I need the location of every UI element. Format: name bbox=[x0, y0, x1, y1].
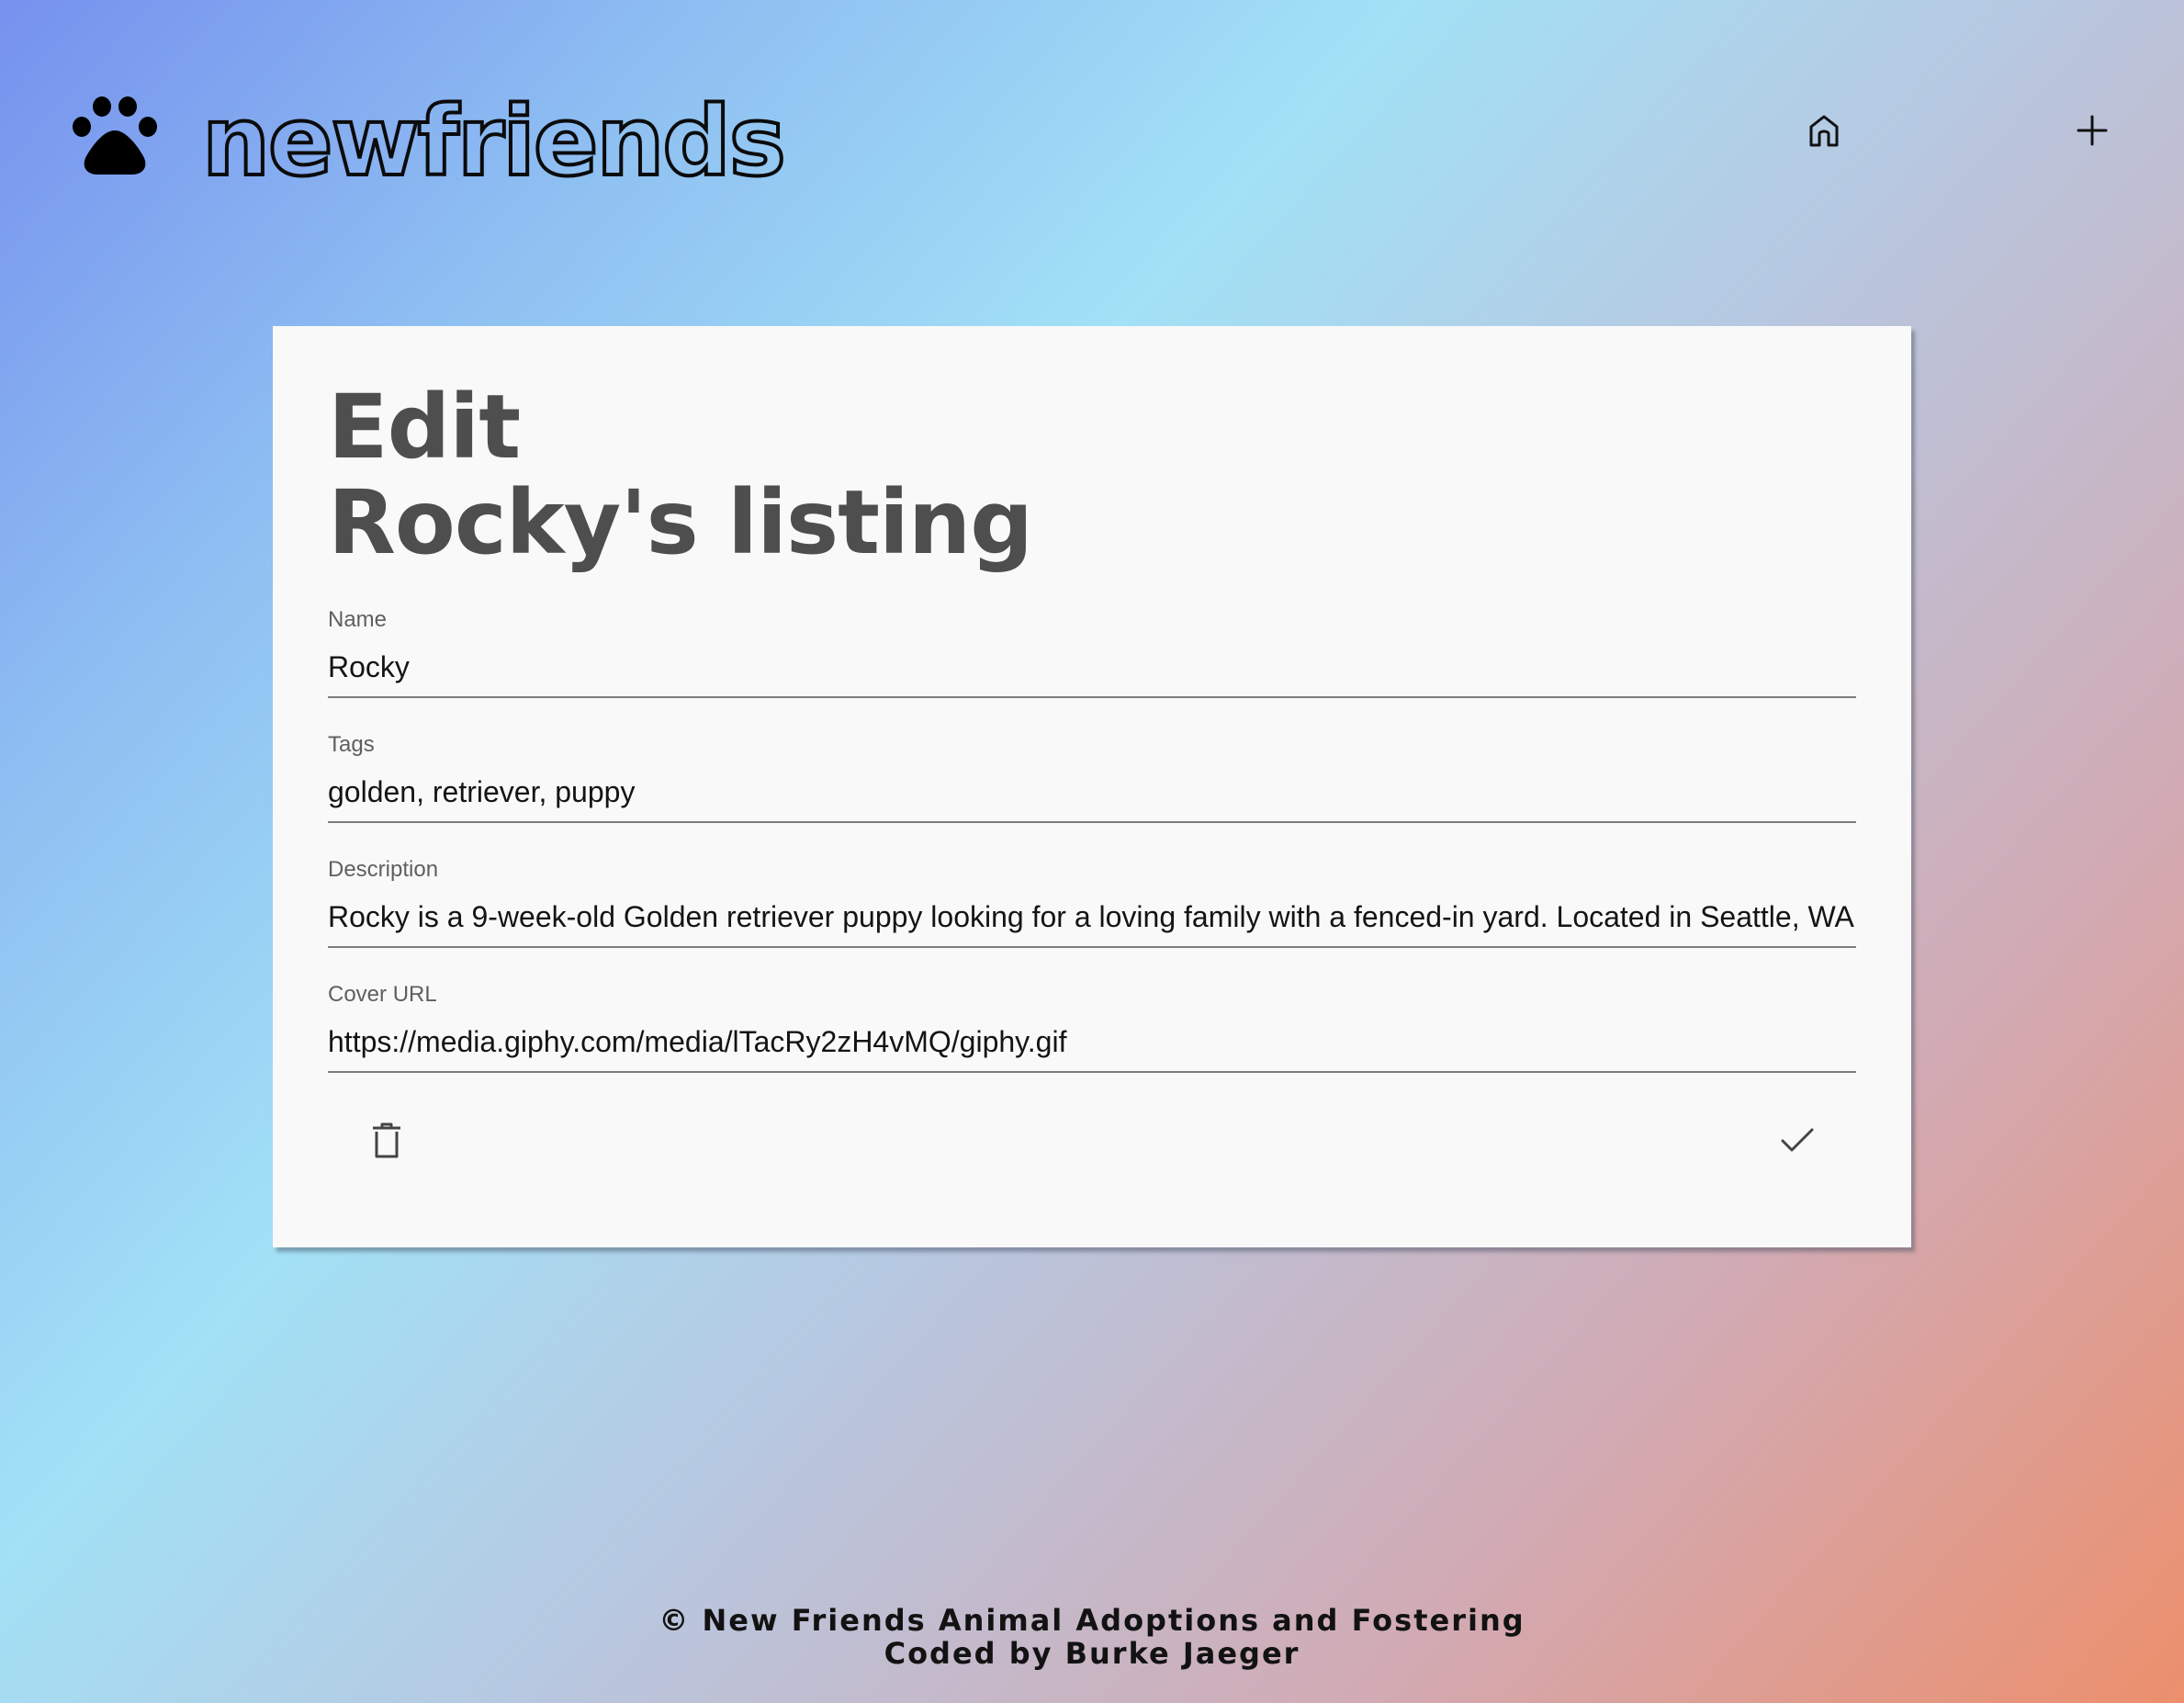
name-label: Name bbox=[328, 607, 388, 632]
copyright-text: © New Friends Animal Adoptions and Foste… bbox=[659, 1603, 1525, 1638]
tags-field: Tags bbox=[328, 731, 1856, 823]
name-field: Name bbox=[328, 606, 1856, 698]
add-listing-button[interactable] bbox=[2065, 103, 2120, 158]
name-input[interactable] bbox=[328, 645, 1856, 689]
brand-wordmark[interactable]: newfriends bbox=[200, 77, 788, 206]
save-button[interactable] bbox=[1764, 1108, 1830, 1174]
page-title: Edit Rocky's listing bbox=[328, 376, 1033, 570]
checkmark-icon bbox=[1781, 1128, 1814, 1152]
home-icon bbox=[1809, 115, 1839, 147]
tags-label: Tags bbox=[328, 732, 375, 757]
site-footer: © New Friends Animal Adoptions and Foste… bbox=[0, 1604, 2184, 1670]
delete-button[interactable] bbox=[354, 1108, 420, 1174]
plus-icon bbox=[2077, 115, 2108, 146]
home-button[interactable] bbox=[1796, 103, 1852, 158]
trash-icon bbox=[373, 1122, 400, 1158]
description-field: Description bbox=[328, 856, 1856, 948]
title-line-edit: Edit bbox=[328, 376, 521, 479]
edit-listing-card: Edit Rocky's listing Name Tags Descripti… bbox=[273, 326, 1911, 1247]
cover-url-label: Cover URL bbox=[328, 982, 437, 1007]
cover-url-field: Cover URL bbox=[328, 981, 1856, 1073]
paw-icon bbox=[73, 96, 157, 175]
description-input[interactable] bbox=[328, 895, 1856, 939]
title-line-listing: Rocky's listing bbox=[328, 471, 1033, 574]
cover-url-input[interactable] bbox=[328, 1020, 1856, 1064]
credit-text: Coded by Burke Jaeger bbox=[884, 1636, 1300, 1671]
description-label: Description bbox=[328, 857, 439, 882]
tags-input[interactable] bbox=[328, 770, 1856, 814]
